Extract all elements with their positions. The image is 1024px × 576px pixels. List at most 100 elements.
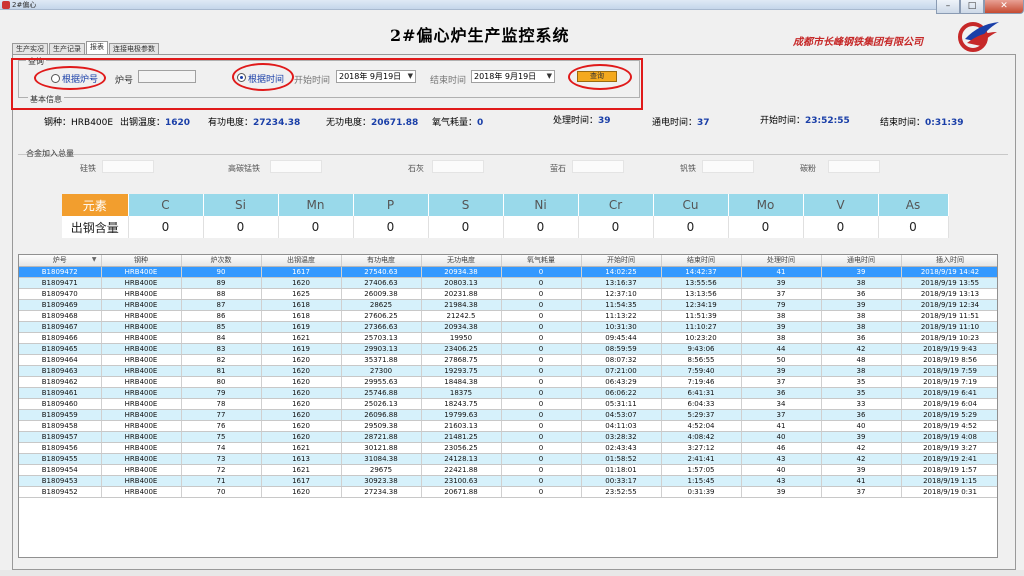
- end-time-label-info: 结束时间：: [880, 118, 926, 128]
- table-cell: B1809467: [19, 321, 102, 333]
- table-row[interactable]: B1809452 HRB400E 70 1620 27234.38 20671.88 0 23…: [19, 486, 997, 498]
- table-row[interactable]: B1809453 HRB400E 71 1617 30923.38 23100.63 0 00…: [19, 475, 997, 487]
- table-cell: 05:31:11: [581, 398, 662, 410]
- alloy-input[interactable]: [270, 160, 322, 173]
- table-cell: 2018/9/19 3:27: [901, 442, 997, 454]
- table-row[interactable]: B1809461 HRB400E 79 1620 25746.88 18375 0 06:06…: [19, 387, 997, 399]
- column-header[interactable]: 炉次数: [181, 255, 262, 267]
- table-row[interactable]: B1809462 HRB400E 80 1620 29955.63 18484.38 0 06…: [19, 376, 997, 388]
- table-cell: 39: [741, 277, 822, 289]
- table-cell: 2018/9/19 13:55: [901, 277, 997, 289]
- table-cell: HRB400E: [101, 387, 182, 399]
- table-row[interactable]: B1809468 HRB400E 86 1618 27606.25 21242.5 0 11:…: [19, 310, 997, 322]
- table-cell: 1:57:05: [661, 464, 742, 476]
- table-row[interactable]: B1809458 HRB400E 76 1620 29509.38 21603.13 0 04…: [19, 420, 997, 432]
- table-row[interactable]: B1809466 HRB400E 84 1621 25703.13 19950 0 09:45…: [19, 332, 997, 344]
- minimize-button[interactable]: –: [936, 0, 960, 14]
- column-header[interactable]: 插入时间: [901, 255, 997, 267]
- table-row[interactable]: B1809471 HRB400E 89 1620 27406.63 20803.13 0 13…: [19, 277, 997, 289]
- alloy-input[interactable]: [572, 160, 624, 173]
- table-cell: 42: [821, 442, 902, 454]
- table-cell: 1620: [261, 398, 342, 410]
- table-cell: 84: [181, 332, 262, 344]
- tab-report[interactable]: 报表: [86, 41, 108, 54]
- table-cell: 39: [821, 266, 902, 278]
- table-row[interactable]: B1809463 HRB400E 81 1620 27300 19293.75 0 07:21…: [19, 365, 997, 377]
- table-row[interactable]: B1809472 HRB400E 90 1617 27540.63 20934.38 0 14…: [19, 266, 997, 278]
- table-cell: 88: [181, 288, 262, 300]
- table-cell: 11:54:35: [581, 299, 662, 311]
- table-cell: 2018/9/19 7:59: [901, 365, 997, 377]
- table-row[interactable]: B1809460 HRB400E 78 1620 25026.13 18243.75 0 05…: [19, 398, 997, 410]
- table-cell: 1617: [261, 266, 342, 278]
- table-cell: 27300: [341, 365, 422, 377]
- start-time-info: 开始时间：23:52:55: [760, 113, 850, 126]
- table-row[interactable]: B1809459 HRB400E 77 1620 26096.88 19799.63 0 04…: [19, 409, 997, 421]
- table-cell: 14:02:25: [581, 266, 662, 278]
- table-row[interactable]: B1809456 HRB400E 74 1621 30121.88 23056.25 0 02…: [19, 442, 997, 454]
- table-cell: 0: [501, 409, 582, 421]
- table-cell: 02:43:43: [581, 442, 662, 454]
- alloy-input[interactable]: [828, 160, 880, 173]
- table-row[interactable]: B1809467 HRB400E 85 1619 27366.63 20934.38 0 10…: [19, 321, 997, 333]
- table-cell: 0:31:39: [661, 486, 742, 498]
- tab-records[interactable]: 生产记录: [49, 43, 85, 54]
- table-cell: B1809468: [19, 310, 102, 322]
- tab-live[interactable]: 生产实况: [12, 43, 48, 54]
- table-row[interactable]: B1809454 HRB400E 72 1621 29675 22421.88 0 01:18…: [19, 464, 997, 476]
- table-cell: HRB400E: [101, 420, 182, 432]
- table-cell: 27868.75: [421, 354, 502, 366]
- element-name: Cu: [653, 194, 729, 216]
- table-cell: 29903.13: [341, 343, 422, 355]
- table-cell: 75: [181, 431, 262, 443]
- table-row[interactable]: B1809469 HRB400E 87 1618 28625 21984.38 0 11:54…: [19, 299, 997, 311]
- table-cell: 0: [501, 343, 582, 355]
- table-cell: 27234.38: [341, 486, 422, 498]
- column-header[interactable]: 无功电度: [421, 255, 502, 267]
- table-cell: 36: [821, 332, 902, 344]
- table-cell: 20934.38: [421, 321, 502, 333]
- table-cell: 2018/9/19 13:13: [901, 288, 997, 300]
- process-time-info: 处理时间：39: [553, 113, 611, 126]
- table-row[interactable]: B1809464 HRB400E 82 1620 35371.88 27868.75 0 08…: [19, 354, 997, 366]
- table-cell: 21603.13: [421, 420, 502, 432]
- column-header[interactable]: 出钢温度: [261, 255, 342, 267]
- table-row[interactable]: B1809470 HRB400E 88 1625 26009.38 20231.88 0 12…: [19, 288, 997, 300]
- table-row[interactable]: B1809465 HRB400E 83 1619 29903.13 23406.25 0 08…: [19, 343, 997, 355]
- end-time-info: 结束时间：0:31:39: [880, 115, 964, 128]
- table-cell: 25703.13: [341, 332, 422, 344]
- column-header[interactable]: 钢种: [101, 255, 182, 267]
- alloy-input[interactable]: [702, 160, 754, 173]
- table-cell: 18375: [421, 387, 502, 399]
- table-cell: 1618: [261, 310, 342, 322]
- table-row[interactable]: B1809457 HRB400E 75 1620 28721.88 21481.25 0 03…: [19, 431, 997, 443]
- table-cell: 2018/9/19 4:52: [901, 420, 997, 432]
- column-header[interactable]: 炉号 ▼: [19, 255, 102, 267]
- column-header[interactable]: 开始时间: [581, 255, 662, 267]
- table-cell: 7:19:46: [661, 376, 742, 388]
- table-cell: 42: [821, 453, 902, 465]
- alloy-input[interactable]: [102, 160, 154, 173]
- column-header[interactable]: 有功电度: [341, 255, 422, 267]
- table-cell: 74: [181, 442, 262, 454]
- column-header[interactable]: 氧气耗量: [501, 255, 582, 267]
- table-row[interactable]: B1809455 HRB400E 73 1613 31084.38 24128.13 0 01…: [19, 453, 997, 465]
- table-cell: 37: [741, 376, 822, 388]
- element-name: Ni: [503, 194, 579, 216]
- records-grid[interactable]: 炉号 ▼ 钢种 炉次数 出钢温度 有功电度 无功电度 氧气耗量 开始时间 结束时间 处理时间 通电时间…: [18, 254, 998, 558]
- column-header[interactable]: 结束时间: [661, 255, 742, 267]
- table-cell: 19799.63: [421, 409, 502, 421]
- table-cell: HRB400E: [101, 486, 182, 498]
- table-cell: 39: [821, 431, 902, 443]
- maximize-button[interactable]: □: [960, 0, 984, 14]
- table-cell: 85: [181, 321, 262, 333]
- alloy-input[interactable]: [432, 160, 484, 173]
- tap-temp-label: 出钢温度：: [120, 118, 166, 128]
- close-button[interactable]: ✕: [984, 0, 1024, 14]
- tab-electrode[interactable]: 连接电极参数: [109, 43, 159, 54]
- oxygen-label: 氧气耗量：: [432, 118, 478, 128]
- column-header[interactable]: 通电时间: [821, 255, 902, 267]
- table-cell: 76: [181, 420, 262, 432]
- column-header[interactable]: 处理时间: [741, 255, 822, 267]
- table-cell: 40: [821, 420, 902, 432]
